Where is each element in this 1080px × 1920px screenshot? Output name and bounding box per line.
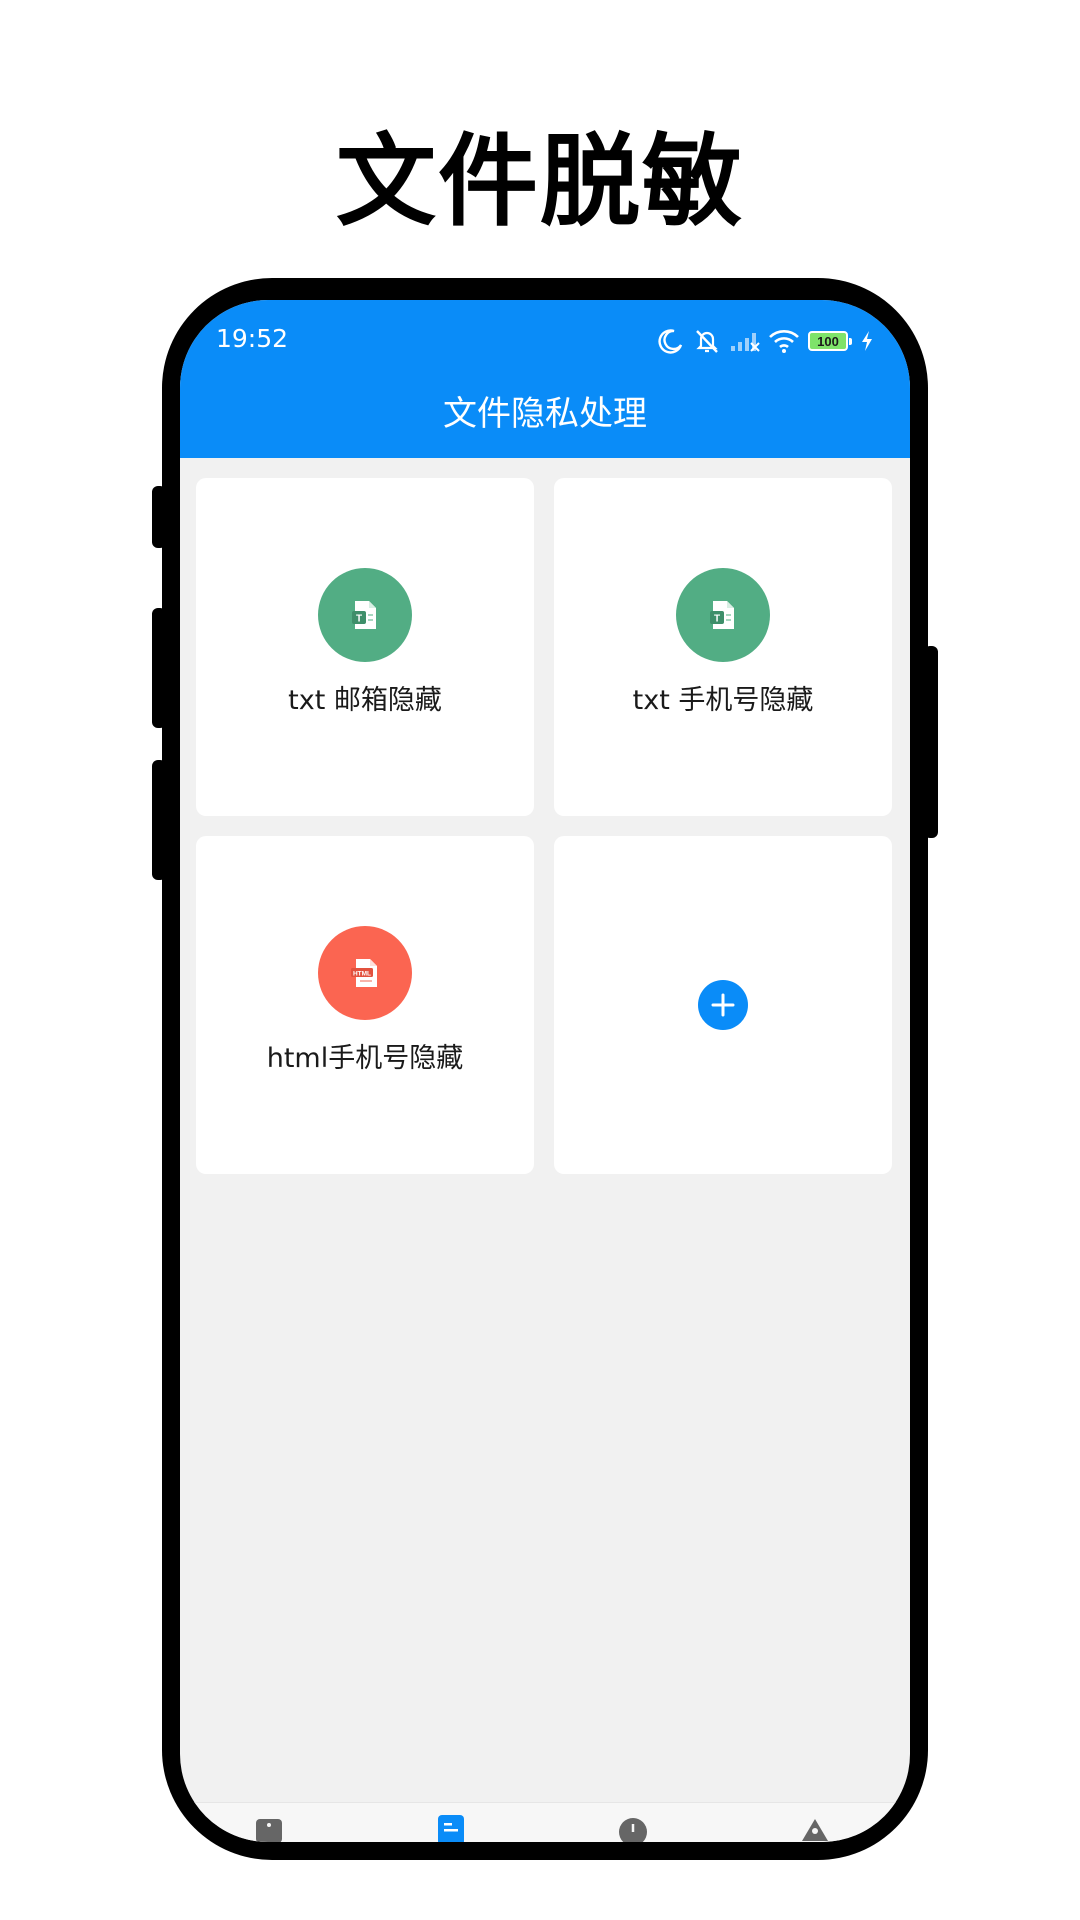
promo-title: 文件脱敏: [336, 123, 744, 240]
status-time: 19:52: [216, 324, 289, 353]
battery-icon: 100: [808, 331, 852, 351]
page-title: 文件隐私处理: [443, 394, 647, 434]
nav-item-tools[interactable]: [254, 1815, 284, 1842]
nav-item-documents[interactable]: [436, 1815, 466, 1842]
html-file-icon: HTML: [318, 926, 412, 1020]
mute-icon: [696, 330, 718, 353]
phone-side-button-mute: [152, 486, 166, 548]
card-label: txt 手机号隐藏: [632, 685, 814, 716]
nav-item-profile[interactable]: [800, 1815, 830, 1842]
phone-screen: 19:52 100 文件隐私处理 T txt 邮箱隐藏 T txt 手机号隐藏 …: [180, 300, 910, 1842]
status-bar: 19:52 100: [180, 300, 910, 380]
plus-icon: [711, 993, 735, 1017]
svg-text:T: T: [714, 614, 720, 625]
wifi-icon: [769, 330, 799, 353]
phone-side-button-volume-down: [152, 760, 166, 880]
add-button[interactable]: [698, 980, 748, 1030]
txt-file-icon: T: [676, 568, 770, 662]
battery-level: 100: [817, 333, 839, 349]
svg-text:T: T: [356, 614, 362, 625]
history-icon: [619, 1818, 647, 1842]
tools-icon: [256, 1819, 282, 1842]
signal-icon: [731, 333, 760, 352]
phone-side-button-power: [924, 646, 938, 838]
txt-file-icon: T: [318, 568, 412, 662]
status-icons: 100: [658, 326, 874, 356]
svg-text:HTML: HTML: [353, 970, 371, 977]
profile-icon: [802, 1819, 828, 1841]
phone-side-button-volume-up: [152, 608, 166, 728]
card-txt-email-hide[interactable]: T txt 邮箱隐藏: [196, 478, 534, 816]
bottom-nav: [180, 1802, 910, 1842]
moon-icon: [658, 329, 683, 354]
card-txt-phone-hide[interactable]: T txt 手机号隐藏: [554, 478, 892, 816]
charging-icon: [862, 331, 872, 351]
card-label: txt 邮箱隐藏: [288, 685, 442, 716]
documents-icon: [438, 1815, 464, 1842]
app-bar: 19:52 100 文件隐私处理: [180, 300, 910, 458]
card-html-phone-hide[interactable]: HTML html手机号隐藏: [196, 836, 534, 1174]
card-label: html手机号隐藏: [266, 1043, 464, 1074]
nav-item-history[interactable]: [618, 1815, 648, 1842]
card-add[interactable]: [554, 836, 892, 1174]
